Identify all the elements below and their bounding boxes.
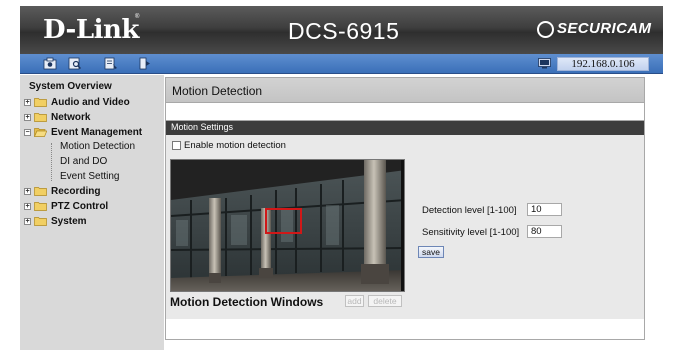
camera-web-ui: D-Link ® DCS-6915 SECURICAM 192.168.0.10… [0, 0, 673, 350]
dlink-logo: D-Link [43, 15, 139, 45]
sidebar-item-system-overview[interactable]: System Overview [29, 81, 112, 92]
motion-windows-label: Motion Detection Windows [170, 295, 324, 309]
model-name: DCS-6915 [288, 18, 400, 44]
camera-icon[interactable] [43, 57, 57, 70]
open-folder-icon [33, 127, 48, 137]
sidebar-item-label: System [51, 215, 87, 227]
motion-detection-window[interactable] [265, 208, 302, 234]
sidebar: System Overview + Audio and Video + Netw… [20, 75, 164, 350]
sensitivity-level-label: Sensitivity level [1-100] [422, 227, 520, 238]
folder-icon [34, 97, 47, 107]
folder-icon [34, 216, 47, 226]
sidebar-item-audio-video[interactable]: + Audio and Video [24, 95, 130, 109]
page-title-bar: Motion Detection [165, 77, 645, 103]
logout-icon[interactable] [138, 57, 152, 70]
expand-icon[interactable]: + [24, 202, 31, 210]
sidebar-item-label: Recording [51, 185, 101, 197]
camera-preview[interactable] [170, 159, 405, 292]
detection-level-label: Detection level [1-100] [422, 205, 517, 216]
sidebar-item-label: PTZ Control [51, 200, 109, 212]
expand-icon[interactable]: + [24, 113, 31, 121]
sidebar-item-system[interactable]: + System [24, 214, 87, 228]
sidebar-item-recording[interactable]: + Recording [24, 184, 100, 198]
enable-motion-detection-label: Enable motion detection [184, 140, 286, 151]
detection-level-input[interactable]: 10 [527, 203, 562, 216]
main-content: Motion Detection Motion Settings Enable … [165, 75, 663, 350]
header-bar: D-Link ® DCS-6915 SECURICAM [20, 6, 663, 54]
tree-connector [51, 143, 52, 181]
folder-icon [34, 112, 47, 122]
logo-trademark: ® [135, 14, 140, 20]
folder-icon [34, 186, 47, 196]
expand-icon[interactable]: + [24, 187, 31, 195]
ip-address-display: 192.168.0.106 [557, 57, 649, 71]
sidebar-item-label: Network [51, 111, 91, 123]
setup-icon[interactable] [68, 57, 82, 70]
enable-motion-detection-checkbox[interactable] [172, 141, 181, 150]
sidebar-item-event-management[interactable]: − Event Management [24, 125, 142, 139]
add-window-button[interactable]: add [345, 295, 364, 307]
computer-icon [538, 58, 551, 69]
delete-window-button[interactable]: delete [368, 295, 402, 307]
folder-icon [34, 201, 47, 211]
sidebar-item-label: Event Management [51, 126, 143, 138]
collapse-icon[interactable]: − [24, 128, 31, 136]
enable-motion-detection-row[interactable]: Enable motion detection [172, 140, 286, 151]
section-title: Motion Settings [171, 122, 234, 132]
securicam-logo: SECURICAM [557, 20, 652, 37]
expand-icon[interactable]: + [24, 98, 31, 106]
page-title: Motion Detection [172, 84, 263, 98]
toolbar: 192.168.0.106 [20, 54, 663, 74]
footer-bar [165, 319, 645, 340]
spacer-bar [165, 103, 645, 120]
section-header: Motion Settings [166, 121, 644, 135]
sidebar-item-network[interactable]: + Network [24, 110, 90, 124]
motion-settings-panel: Motion Settings Enable motion detection [165, 120, 645, 340]
securicam-logo-icon [537, 21, 554, 38]
sidebar-item-ptz-control[interactable]: + PTZ Control [24, 199, 108, 213]
sidebar-subitem-motion-detection[interactable]: Motion Detection [60, 141, 135, 152]
maintenance-icon[interactable] [104, 57, 118, 70]
expand-icon[interactable]: + [24, 217, 31, 225]
sidebar-subitem-di-do[interactable]: DI and DO [60, 156, 107, 167]
sensitivity-level-input[interactable]: 80 [527, 225, 562, 238]
sidebar-item-label: Audio and Video [51, 96, 130, 108]
motion-windows-bar: Motion Detection Windows add delete [170, 295, 405, 309]
sidebar-subitem-event-setting[interactable]: Event Setting [60, 171, 119, 182]
save-button[interactable]: save [418, 246, 444, 258]
